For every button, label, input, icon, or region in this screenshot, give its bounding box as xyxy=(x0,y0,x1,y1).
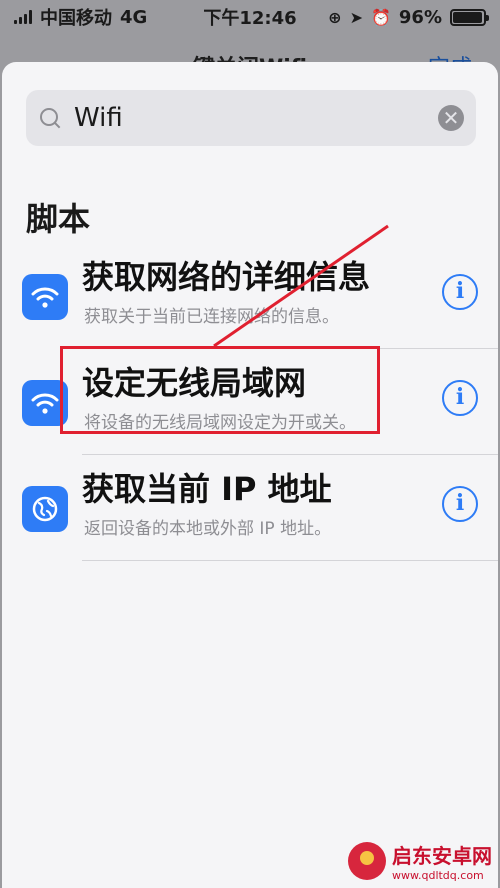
divider xyxy=(82,454,498,455)
info-icon[interactable]: i xyxy=(442,380,478,416)
rotation-lock-icon: ⊕ xyxy=(328,7,342,27)
alarm-icon: ⏰ xyxy=(370,7,391,27)
signal-icon xyxy=(14,10,32,24)
search-icon xyxy=(38,106,62,130)
battery-icon xyxy=(450,8,489,26)
globe-icon xyxy=(22,486,68,532)
info-icon[interactable]: i xyxy=(442,486,478,522)
search-sheet: ✕ 脚本 获取网络的详细信息 获取关于当前已连接网络的信息。 i 设定无线局域网… xyxy=(2,62,498,888)
item-title: 获取当前 IP 地址 xyxy=(82,470,332,508)
item-title: 获取网络的详细信息 xyxy=(82,258,371,296)
info-icon[interactable]: i xyxy=(442,274,478,310)
annotation-highlight-box xyxy=(60,346,380,434)
clear-icon[interactable]: ✕ xyxy=(438,105,464,131)
wifi-icon xyxy=(22,274,68,320)
search-bar[interactable]: ✕ xyxy=(26,90,476,146)
list-item[interactable]: 获取网络的详细信息 获取关于当前已连接网络的信息。 i xyxy=(2,244,498,350)
watermark-url: www.qdltdq.com xyxy=(392,869,484,882)
status-time: 下午12:46 xyxy=(203,8,297,29)
watermark-name: 启东安卓网 xyxy=(392,844,492,868)
item-subtitle: 返回设备的本地或外部 IP 地址。 xyxy=(84,519,332,539)
search-input[interactable] xyxy=(74,103,438,133)
watermark-logo-icon xyxy=(348,842,386,880)
section-title: 脚本 xyxy=(26,200,91,238)
battery-fill xyxy=(453,11,482,23)
network-label: 4G xyxy=(120,6,148,28)
item-subtitle: 获取关于当前已连接网络的信息。 xyxy=(84,307,339,327)
battery-percent: 96% xyxy=(398,6,442,28)
location-icon: ➤ xyxy=(349,7,363,27)
divider xyxy=(82,560,498,561)
watermark: 启东安卓网 www.qdltdq.com xyxy=(348,840,492,882)
list-item[interactable]: 获取当前 IP 地址 返回设备的本地或外部 IP 地址。 i xyxy=(2,456,498,562)
carrier-label: 中国移动 xyxy=(40,8,112,29)
status-bar: 中国移动 4G 下午12:46 ⊕ ➤ ⏰ 96% xyxy=(0,0,500,34)
